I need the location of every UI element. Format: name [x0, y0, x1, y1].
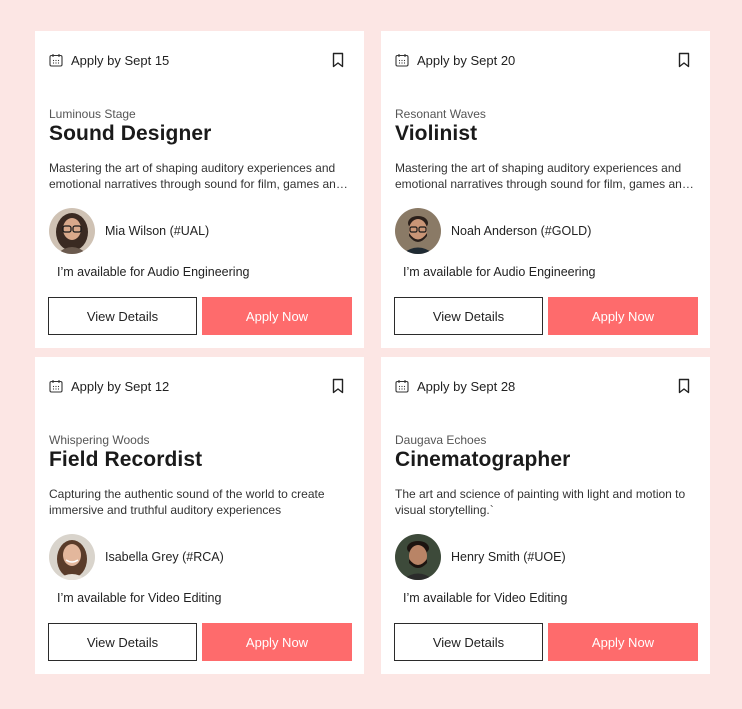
applicant-name: Isabella Grey (#RCA)	[105, 550, 224, 564]
bookmark-icon[interactable]	[332, 52, 344, 68]
availability-text: I’m available for Audio Engineering	[403, 265, 596, 279]
company-name: Luminous Stage	[49, 107, 136, 121]
deadline-text: Apply by Sept 12	[71, 378, 170, 394]
job-title: Violinist	[395, 122, 478, 145]
calendar-icon	[395, 53, 409, 67]
job-card: Apply by Sept 20 Resonant Waves Violinis…	[381, 31, 710, 348]
card-header: Apply by Sept 20	[395, 50, 696, 70]
job-title: Sound Designer	[49, 122, 212, 145]
company-name: Resonant Waves	[395, 107, 486, 121]
avatar	[395, 534, 441, 580]
avatar	[49, 208, 95, 254]
deadline-text: Apply by Sept 15	[71, 52, 170, 68]
applicant: Mia Wilson (#UAL)	[49, 207, 209, 255]
calendar-icon	[49, 53, 63, 67]
apply-now-button[interactable]: Apply Now	[202, 623, 352, 661]
card-header: Apply by Sept 15	[49, 50, 350, 70]
job-card: Apply by Sept 15 Luminous Stage Sound De…	[35, 31, 364, 348]
job-title: Field Recordist	[49, 448, 203, 471]
bookmark-icon[interactable]	[678, 378, 690, 394]
avatar	[49, 534, 95, 580]
applicant-name: Henry Smith (#UOE)	[451, 550, 566, 564]
view-details-button[interactable]: View Details	[394, 623, 543, 661]
view-details-button[interactable]: View Details	[394, 297, 543, 335]
job-title: Cinematographer	[395, 448, 571, 471]
view-details-button[interactable]: View Details	[48, 623, 197, 661]
deadline-text: Apply by Sept 28	[417, 378, 516, 394]
availability-text: I’m available for Audio Engineering	[57, 265, 250, 279]
card-header: Apply by Sept 12	[49, 376, 350, 396]
job-card: Apply by Sept 12 Whispering Woods Field …	[35, 357, 364, 674]
avatar	[395, 208, 441, 254]
job-description: Mastering the art of shaping auditory ex…	[49, 161, 343, 191]
availability-text: I’m available for Video Editing	[403, 591, 568, 605]
applicant: Henry Smith (#UOE)	[395, 533, 566, 581]
apply-now-button[interactable]: Apply Now	[548, 623, 698, 661]
deadline-text: Apply by Sept 20	[417, 52, 516, 68]
applicant-name: Mia Wilson (#UAL)	[105, 224, 210, 238]
job-description: The art and science of painting with lig…	[395, 487, 686, 517]
company-name: Whispering Woods	[49, 433, 150, 447]
applicant: Noah Anderson (#GOLD)	[395, 207, 591, 255]
job-card: Apply by Sept 28 Daugava Echoes Cinemato…	[381, 357, 710, 674]
applicant: Isabella Grey (#RCA)	[49, 533, 224, 581]
availability-text: I’m available for Video Editing	[57, 591, 222, 605]
job-description: Capturing the authentic sound of the wor…	[49, 487, 325, 517]
view-details-button[interactable]: View Details	[48, 297, 197, 335]
calendar-icon	[49, 379, 63, 393]
apply-now-button[interactable]: Apply Now	[202, 297, 352, 335]
bookmark-icon[interactable]	[678, 52, 690, 68]
bookmark-icon[interactable]	[332, 378, 344, 394]
apply-now-button[interactable]: Apply Now	[548, 297, 698, 335]
job-description: Mastering the art of shaping auditory ex…	[395, 161, 689, 191]
card-header: Apply by Sept 28	[395, 376, 696, 396]
company-name: Daugava Echoes	[395, 433, 487, 447]
applicant-name: Noah Anderson (#GOLD)	[451, 224, 592, 238]
calendar-icon	[395, 379, 409, 393]
